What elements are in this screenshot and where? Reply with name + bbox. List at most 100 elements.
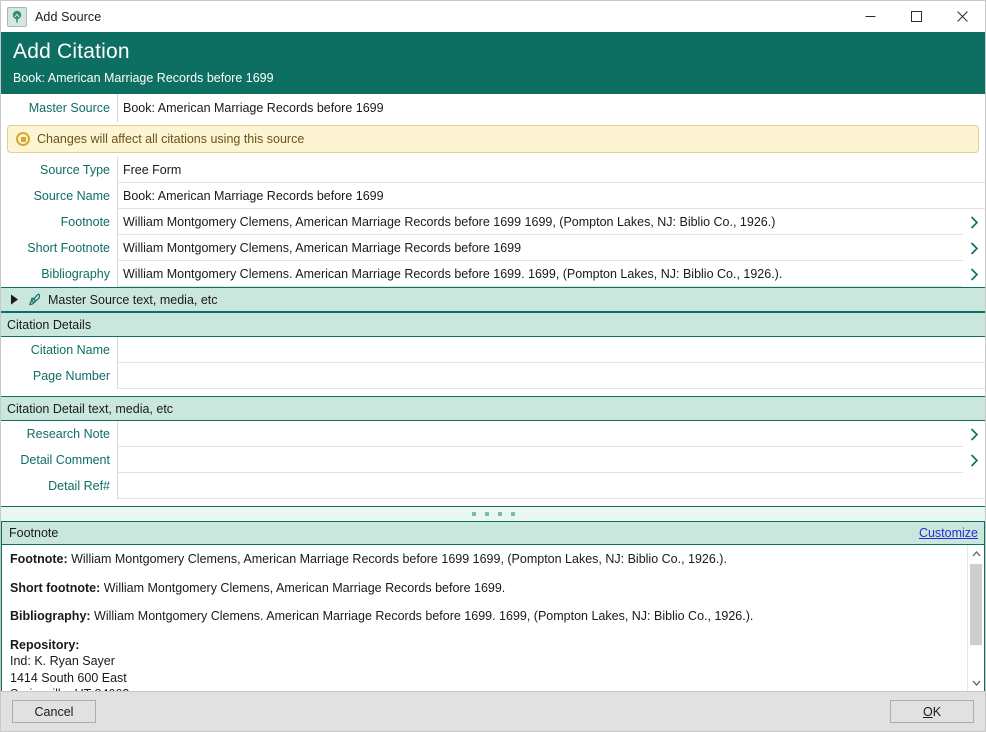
page-number-input[interactable]	[118, 363, 985, 389]
group-spacer-bottom	[1, 499, 985, 506]
splitter-dot	[511, 512, 515, 516]
chevron-right-icon-short-footnote[interactable]	[963, 235, 985, 261]
ok-label-rest: K	[933, 705, 941, 719]
splitter-dot	[485, 512, 489, 516]
footnote-label: Footnote	[1, 209, 118, 235]
dialog-button-bar: Cancel OK	[1, 691, 985, 731]
scroll-up-button[interactable]	[968, 545, 984, 562]
title-bar: Add Source	[1, 1, 985, 32]
repository-label: Repository:	[10, 637, 959, 654]
scrollbar-thumb[interactable]	[970, 564, 982, 645]
window-controls	[847, 1, 985, 32]
page-subtitle: Book: American Marriage Records before 1…	[13, 68, 973, 88]
field-row-source-name: Source Name Book: American Marriage Reco…	[1, 183, 985, 209]
preview-entry-bibliography: Bibliography: William Montgomery Clemens…	[10, 608, 959, 625]
chevron-right-icon-footnote[interactable]	[963, 209, 985, 235]
citation-detail-media-bar[interactable]: Citation Detail text, media, etc	[1, 396, 985, 421]
citation-details-label: Citation Details	[7, 318, 91, 332]
close-button[interactable]	[939, 1, 985, 32]
source-type-label: Source Type	[1, 157, 118, 183]
ok-button[interactable]: OK	[890, 700, 974, 723]
chevron-right-icon-bibliography[interactable]	[963, 261, 985, 287]
window-title: Add Source	[35, 10, 101, 24]
bibliography-label: Bibliography	[1, 261, 118, 287]
preview-entry-label: Footnote:	[10, 552, 68, 566]
maximize-button[interactable]	[893, 1, 939, 32]
chevron-right-icon-detail-comment[interactable]	[963, 447, 985, 473]
master-source-value[interactable]: Book: American Marriage Records before 1…	[118, 94, 985, 122]
detail-ref-input[interactable]	[118, 473, 985, 499]
preview-entry-text: William Montgomery Clemens. American Mar…	[91, 609, 754, 623]
source-type-text: Free Form	[123, 163, 181, 177]
field-row-citation-name: Citation Name	[1, 337, 985, 363]
pen-icon	[26, 292, 42, 308]
master-source-label: Master Source	[1, 94, 118, 122]
scroll-down-button[interactable]	[968, 674, 984, 691]
ok-mnemonic: O	[923, 705, 933, 719]
info-circle-icon	[16, 132, 30, 146]
family-tree-icon	[7, 7, 27, 27]
minimize-button[interactable]	[847, 1, 893, 32]
preview-header: Footnote Customize	[2, 522, 984, 545]
master-source-media-label: Master Source text, media, etc	[48, 293, 218, 307]
panel-splitter[interactable]	[1, 506, 985, 522]
footnote-text: William Montgomery Clemens, American Mar…	[123, 215, 775, 229]
scrollbar-track[interactable]	[968, 562, 984, 674]
field-row-footnote: Footnote William Montgomery Clemens, Ame…	[1, 209, 985, 235]
field-row-research-note: Research Note	[1, 421, 985, 447]
source-fields-group: Source Type Free Form Source Name Book: …	[1, 157, 985, 287]
citation-detail-media-label: Citation Detail text, media, etc	[7, 402, 173, 416]
preview-entry-footnote: Footnote: William Montgomery Clemens, Am…	[10, 551, 959, 568]
source-name-value[interactable]: Book: American Marriage Records before 1…	[118, 183, 985, 209]
preview-entry-text: William Montgomery Clemens, American Mar…	[68, 552, 727, 566]
cancel-button[interactable]: Cancel	[12, 700, 96, 723]
warning-bar: Changes will affect all citations using …	[7, 125, 979, 153]
preview-title: Footnote	[9, 526, 919, 540]
preview-body-wrap: Footnote: William Montgomery Clemens, Am…	[2, 545, 984, 691]
footnote-value[interactable]: William Montgomery Clemens, American Mar…	[118, 209, 963, 235]
citation-details-bar: Citation Details	[1, 312, 985, 337]
splitter-dot	[498, 512, 502, 516]
chevron-right-icon-research-note[interactable]	[963, 421, 985, 447]
source-name-label: Source Name	[1, 183, 118, 209]
page-number-label: Page Number	[1, 363, 118, 389]
preview-repository: Repository: Ind: K. Ryan Sayer 1414 Sout…	[10, 637, 959, 692]
triangle-right-icon[interactable]	[8, 294, 20, 306]
footnote-preview-panel: Footnote Customize Footnote: William Mon…	[1, 522, 985, 691]
field-row-detail-ref: Detail Ref#	[1, 473, 985, 499]
group-spacer	[1, 389, 985, 396]
field-row-source-type: Source Type Free Form	[1, 157, 985, 183]
citation-name-label: Citation Name	[1, 337, 118, 363]
master-source-media-bar[interactable]: Master Source text, media, etc	[1, 287, 985, 312]
preview-scrollbar[interactable]	[967, 545, 984, 691]
field-row-short-footnote: Short Footnote William Montgomery Clemen…	[1, 235, 985, 261]
bibliography-text: William Montgomery Clemens. American Mar…	[123, 267, 782, 281]
bibliography-value[interactable]: William Montgomery Clemens. American Mar…	[118, 261, 963, 287]
detail-comment-label: Detail Comment	[1, 447, 118, 473]
field-row-page-number: Page Number	[1, 363, 985, 389]
preview-entry-short-footnote: Short footnote: William Montgomery Cleme…	[10, 580, 959, 597]
citation-name-input[interactable]	[118, 337, 985, 363]
detail-comment-input[interactable]	[118, 447, 963, 473]
short-footnote-text: William Montgomery Clemens, American Mar…	[123, 241, 521, 255]
research-note-label: Research Note	[1, 421, 118, 447]
customize-link[interactable]: Customize	[919, 526, 978, 540]
source-name-text: Book: American Marriage Records before 1…	[123, 189, 384, 203]
repository-line: Ind: K. Ryan Sayer	[10, 653, 959, 670]
page-title: Add Citation	[13, 38, 973, 66]
field-row-master-source: Master Source Book: American Marriage Re…	[1, 94, 985, 122]
short-footnote-value[interactable]: William Montgomery Clemens, American Mar…	[118, 235, 963, 261]
research-note-input[interactable]	[118, 421, 963, 447]
warning-text: Changes will affect all citations using …	[37, 132, 304, 146]
preview-entry-label: Bibliography:	[10, 609, 91, 623]
preview-entry-label: Short footnote:	[10, 581, 100, 595]
field-row-bibliography: Bibliography William Montgomery Clemens.…	[1, 261, 985, 287]
add-source-window: Add Source Add Citation Book: American M…	[0, 0, 986, 732]
citation-fields-group: Citation Name Page Number	[1, 337, 985, 389]
dialog-header: Add Citation Book: American Marriage Rec…	[1, 32, 985, 94]
field-row-detail-comment: Detail Comment	[1, 447, 985, 473]
source-type-value[interactable]: Free Form	[118, 157, 985, 183]
preview-entry-text: William Montgomery Clemens, American Mar…	[100, 581, 505, 595]
repository-line: 1414 South 600 East	[10, 670, 959, 687]
detail-fields-group: Research Note Detail Comment Detail Ref#	[1, 421, 985, 499]
